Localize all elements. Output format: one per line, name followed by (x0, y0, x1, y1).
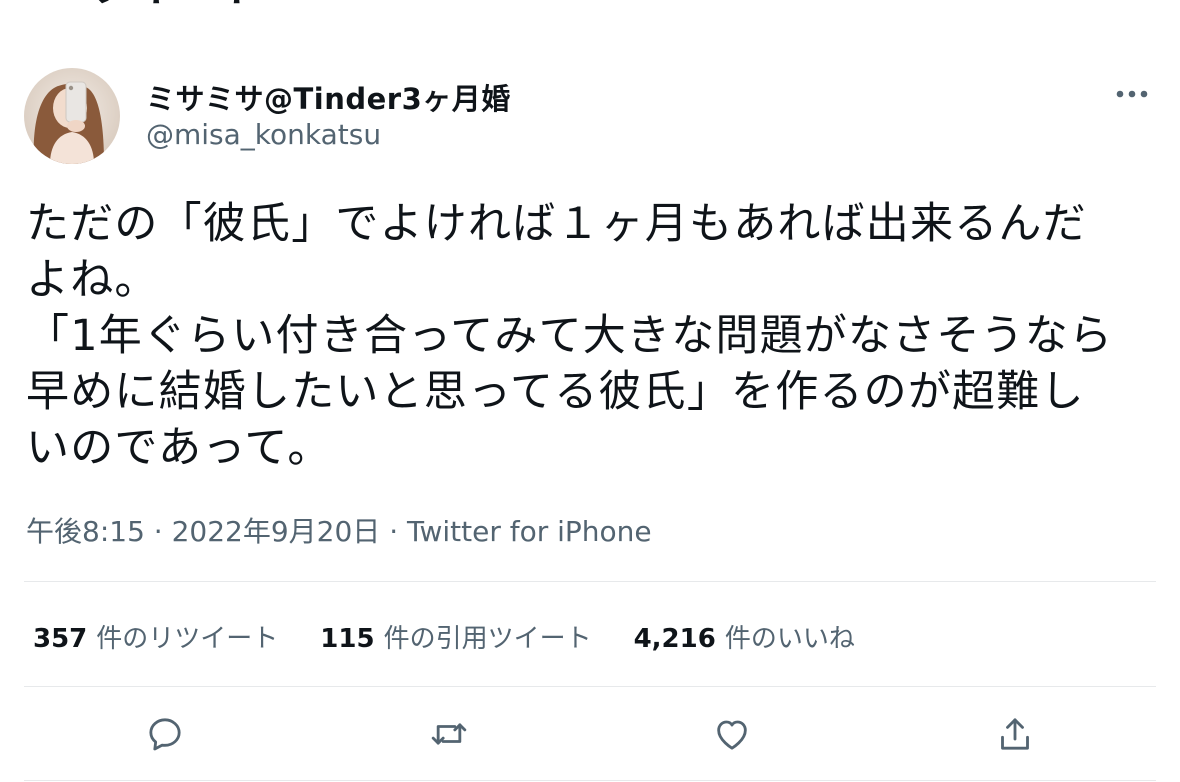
more-button[interactable] (1112, 82, 1152, 106)
meta-separator: · (144, 515, 172, 548)
like-button[interactable] (710, 712, 754, 756)
back-arrow-icon[interactable] (26, 0, 66, 7)
retweet-label: 件のリツイート (96, 623, 279, 654)
divider (24, 780, 1156, 781)
tweet-text-line: 「1年ぐらい付き合ってみて大きな問題がなさそうなら (26, 311, 1114, 361)
tweet-date[interactable]: 2022年9月20日 (172, 515, 381, 548)
share-icon (1001, 718, 1029, 750)
divider (24, 581, 1156, 582)
meta-separator: · (380, 515, 407, 548)
tweet-text-line: いのであって。 (26, 423, 332, 473)
tweet-stats: 357 件のリツイート 115 件の引用ツイート 4,216 件のいいね (33, 616, 897, 656)
tweet-time[interactable]: 午後8:15 (26, 515, 145, 548)
page-title: ツイート (88, 0, 264, 12)
tweet-detail-page: ツイート ミサミサ@Tinder3ヶ月婚 @misa_konka (0, 0, 1180, 782)
more-icon (1116, 90, 1148, 98)
tweet-text-line: ただの「彼氏」でよければ１ヶ月もあれば出来るんだ (26, 199, 1087, 249)
retweet-count: 357 (33, 623, 88, 654)
tweet-text-line: よね。 (26, 255, 159, 305)
like-label: 件のいいね (724, 623, 855, 654)
like-count-stat[interactable]: 4,216 件のいいね (634, 618, 855, 655)
reply-icon (149, 718, 181, 751)
tweet-text-line: 早めに結婚したいと思ってる彼氏」を作るのが超難し (26, 367, 1085, 417)
quote-count: 115 (320, 623, 375, 654)
user-handle[interactable]: @misa_konkatsu (146, 118, 381, 151)
tweet-author: ミサミサ@Tinder3ヶ月婚 @misa_konkatsu (24, 68, 1156, 168)
top-header: ツイート (26, 0, 264, 12)
retweet-count-stat[interactable]: 357 件のリツイート (33, 618, 278, 655)
like-count: 4,216 (633, 623, 716, 654)
retweet-icon (431, 723, 467, 745)
divider (24, 686, 1156, 687)
retweet-button[interactable] (427, 712, 471, 756)
quote-count-stat[interactable]: 115 件の引用ツイート (320, 618, 591, 655)
reply-button[interactable] (143, 712, 187, 756)
quote-label: 件の引用ツイート (383, 623, 592, 654)
share-button[interactable] (993, 712, 1037, 756)
display-name[interactable]: ミサミサ@Tinder3ヶ月婚 (146, 76, 511, 118)
heart-icon (717, 720, 747, 750)
tweet-meta: 午後8:15 · 2022年9月20日 · Twitter for iPhone (26, 510, 652, 550)
tweet-source[interactable]: Twitter for iPhone (407, 515, 652, 548)
avatar[interactable] (24, 68, 120, 164)
tweet-text: ただの「彼氏」でよければ１ヶ月もあれば出来るんだ よね。 「1年ぐらい付き合って… (26, 196, 1156, 476)
tweet-actions (0, 706, 1180, 766)
